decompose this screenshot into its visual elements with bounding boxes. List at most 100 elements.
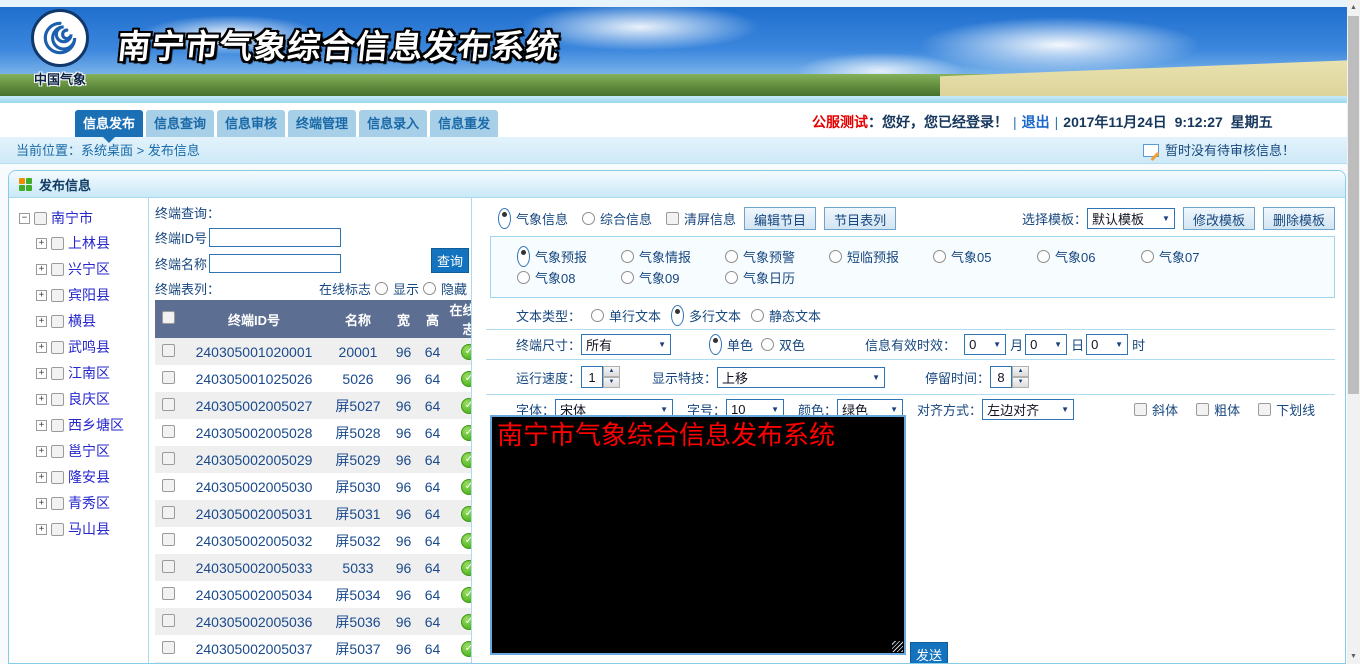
tree-checkbox[interactable] bbox=[51, 341, 64, 354]
expand-icon[interactable]: + bbox=[36, 264, 47, 275]
row-checkbox[interactable] bbox=[162, 425, 175, 438]
weather-type-radio[interactable]: 短临预报 bbox=[829, 246, 933, 267]
weather-type-radio[interactable]: 气象06 bbox=[1037, 246, 1141, 267]
expand-icon[interactable]: + bbox=[36, 238, 47, 249]
resize-handle-icon[interactable] bbox=[892, 641, 903, 652]
terminal-row[interactable]: 240305001020001200019664✓ bbox=[155, 338, 472, 365]
color-mode-radio[interactable]: 双色 bbox=[761, 335, 805, 354]
nav-tab[interactable]: 终端管理 bbox=[288, 110, 356, 137]
terminal-row[interactable]: 240305002005031屏50319664✓ bbox=[155, 500, 472, 527]
style-checkbox[interactable]: 下划线 bbox=[1258, 400, 1315, 419]
terminal-row[interactable]: 240305002005036屏50369664✓ bbox=[155, 608, 472, 635]
tree-checkbox[interactable] bbox=[51, 419, 64, 432]
terminal-row[interactable]: 240305002005027屏50279664✓ bbox=[155, 392, 472, 419]
program-list-button[interactable]: 节目表列 bbox=[824, 207, 896, 230]
info-type-radio[interactable]: 综合信息 bbox=[582, 209, 652, 228]
expand-icon[interactable]: + bbox=[36, 290, 47, 301]
style-checkbox[interactable]: 粗体 bbox=[1196, 400, 1240, 419]
nav-tab[interactable]: 信息查询 bbox=[146, 110, 214, 137]
tree-item[interactable]: +邕宁区 bbox=[36, 441, 146, 461]
tree-root-checkbox[interactable] bbox=[34, 212, 47, 225]
show-radio[interactable]: 显示 bbox=[375, 279, 419, 298]
tree-item[interactable]: +良庆区 bbox=[36, 389, 146, 409]
logout-link[interactable]: 退出 bbox=[1022, 114, 1050, 130]
weather-type-radio[interactable]: 气象日历 bbox=[725, 267, 829, 288]
tree-checkbox[interactable] bbox=[51, 393, 64, 406]
terminal-row[interactable]: 240305002005037屏50379664✓ bbox=[155, 635, 472, 662]
row-checkbox[interactable] bbox=[162, 452, 175, 465]
tree-item[interactable]: +青秀区 bbox=[36, 493, 146, 513]
tree-checkbox[interactable] bbox=[51, 315, 64, 328]
scroll-down-icon[interactable]: ▼ bbox=[1347, 649, 1360, 664]
weather-type-radio[interactable]: 气象预警 bbox=[725, 246, 829, 267]
tree-checkbox[interactable] bbox=[51, 445, 64, 458]
tree-item[interactable]: +马山县 bbox=[36, 519, 146, 539]
stay-spinner[interactable]: 8 ▲▼ bbox=[990, 366, 1029, 388]
nav-tab[interactable]: 信息发布 bbox=[75, 110, 143, 137]
spinner-up-icon[interactable]: ▲ bbox=[603, 366, 620, 377]
window-scrollbar[interactable]: ▲ ▼ bbox=[1347, 0, 1360, 664]
expand-icon[interactable]: + bbox=[36, 498, 47, 509]
scrollbar-thumb[interactable] bbox=[1348, 16, 1359, 394]
nav-tab[interactable]: 信息录入 bbox=[359, 110, 427, 137]
tree-item[interactable]: +横县 bbox=[36, 311, 146, 331]
tree-root-item[interactable]: − 南宁市 bbox=[19, 208, 146, 228]
terminal-row[interactable]: 240305002005029屏50299664✓ bbox=[155, 446, 472, 473]
tree-item[interactable]: +宾阳县 bbox=[36, 285, 146, 305]
template-select[interactable]: 默认模板▼ bbox=[1087, 208, 1175, 229]
terminal-row[interactable]: 240305002005034屏50349664✓ bbox=[155, 581, 472, 608]
clear-screen-checkbox[interactable]: 清屏信息 bbox=[666, 209, 736, 228]
row-checkbox[interactable] bbox=[162, 371, 175, 384]
spinner-down-icon[interactable]: ▼ bbox=[1012, 377, 1029, 388]
weather-type-radio[interactable]: 气象05 bbox=[933, 246, 1037, 267]
nav-tab[interactable]: 信息审核 bbox=[217, 110, 285, 137]
validity-month-select[interactable]: 0▼ bbox=[964, 334, 1006, 355]
row-checkbox[interactable] bbox=[162, 398, 175, 411]
tree-item[interactable]: +武鸣县 bbox=[36, 337, 146, 357]
message-preview-canvas[interactable]: 南宁市气象综合信息发布系统 bbox=[490, 415, 906, 655]
send-button[interactable]: 发送 bbox=[910, 642, 948, 664]
color-mode-radio[interactable]: 单色 bbox=[709, 334, 753, 355]
modify-template-button[interactable]: 修改模板 bbox=[1183, 207, 1255, 230]
expand-icon[interactable]: + bbox=[36, 472, 47, 483]
text-type-radio[interactable]: 单行文本 bbox=[591, 306, 661, 325]
tree-checkbox[interactable] bbox=[51, 289, 64, 302]
info-type-radio[interactable]: 气象信息 bbox=[498, 208, 568, 229]
tree-checkbox[interactable] bbox=[51, 497, 64, 510]
tree-item[interactable]: +西乡塘区 bbox=[36, 415, 146, 435]
weather-type-radio[interactable]: 气象09 bbox=[621, 267, 725, 288]
tree-item[interactable]: +隆安县 bbox=[36, 467, 146, 487]
terminal-row[interactable]: 240305002005032屏50329664✓ bbox=[155, 527, 472, 554]
text-type-radio[interactable]: 多行文本 bbox=[671, 305, 741, 326]
validity-hour-select[interactable]: 0▼ bbox=[1086, 334, 1128, 355]
weather-type-radio[interactable]: 气象情报 bbox=[621, 246, 725, 267]
row-checkbox[interactable] bbox=[162, 344, 175, 357]
row-checkbox[interactable] bbox=[162, 479, 175, 492]
scroll-up-icon[interactable]: ▲ bbox=[1347, 0, 1360, 15]
terminal-row[interactable]: 240305002005030屏50309664✓ bbox=[155, 473, 472, 500]
row-checkbox[interactable] bbox=[162, 560, 175, 573]
expand-icon[interactable]: + bbox=[36, 524, 47, 535]
align-select[interactable]: 左边对齐▼ bbox=[982, 399, 1074, 420]
weather-type-radio[interactable]: 气象预报 bbox=[517, 246, 621, 267]
effect-select[interactable]: 上移▼ bbox=[717, 367, 885, 388]
nav-tab[interactable]: 信息重发 bbox=[430, 110, 498, 137]
tree-item[interactable]: +上林县 bbox=[36, 233, 146, 253]
speed-spinner[interactable]: 1 ▲▼ bbox=[581, 366, 620, 388]
tree-checkbox[interactable] bbox=[51, 237, 64, 250]
query-button[interactable]: 查询 bbox=[431, 248, 469, 273]
collapse-icon[interactable]: − bbox=[19, 213, 30, 224]
note-pencil-icon[interactable] bbox=[1143, 144, 1159, 157]
spinner-down-icon[interactable]: ▼ bbox=[603, 377, 620, 388]
row-checkbox[interactable] bbox=[162, 506, 175, 519]
row-checkbox[interactable] bbox=[162, 587, 175, 600]
tree-checkbox[interactable] bbox=[51, 263, 64, 276]
delete-template-button[interactable]: 删除模板 bbox=[1263, 207, 1335, 230]
tree-checkbox[interactable] bbox=[51, 471, 64, 484]
tree-item[interactable]: +江南区 bbox=[36, 363, 146, 383]
select-all-checkbox[interactable] bbox=[162, 311, 175, 324]
validity-day-select[interactable]: 0▼ bbox=[1025, 334, 1067, 355]
row-checkbox[interactable] bbox=[162, 641, 175, 654]
expand-icon[interactable]: + bbox=[36, 342, 47, 353]
tree-item[interactable]: +兴宁区 bbox=[36, 259, 146, 279]
